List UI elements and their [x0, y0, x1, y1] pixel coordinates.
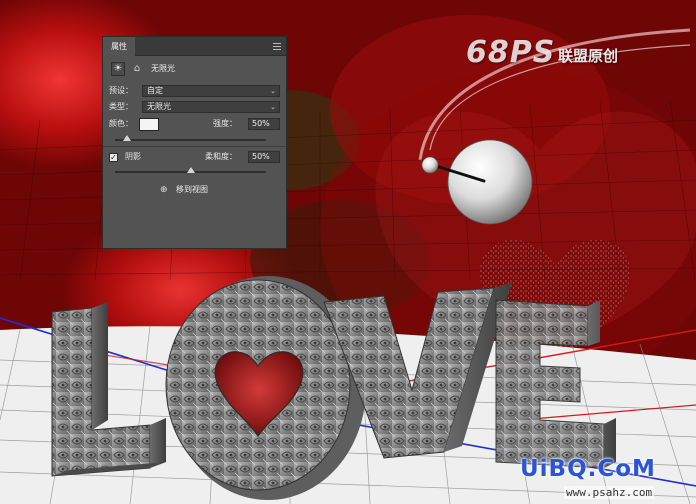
intensity-slider[interactable] — [115, 135, 266, 141]
panel-menu-icon[interactable] — [273, 43, 281, 50]
bottom-watermark-logo: UiBQ.CoM — [520, 456, 656, 482]
move-to-view-icon: ⊕ — [160, 185, 168, 195]
preset-select[interactable]: 自定 ⌄ — [142, 85, 280, 97]
3d-mesh-icon[interactable]: ⌂ — [131, 62, 143, 76]
shadow-checkbox[interactable]: ✓ — [109, 153, 118, 162]
light-header: ☀ ⌂ 无限光 — [109, 61, 280, 77]
light-type-title: 无限光 — [151, 64, 175, 73]
preset-label: 预设： — [109, 86, 133, 95]
properties-panel: 属性 ☀ ⌂ 无限光 预设： 自定 ⌄ 类型： 无限光 ⌄ 颜色： 强度： 50… — [102, 36, 287, 249]
panel-tab-bar: 属性 — [103, 37, 286, 56]
softness-slider-thumb[interactable] — [186, 167, 195, 173]
preset-value: 自定 — [147, 86, 163, 95]
infinite-light-icon[interactable]: ☀ — [111, 62, 125, 76]
move-to-view-label: 移到视图 — [176, 185, 208, 194]
shadow-label: 阴影 — [125, 152, 141, 161]
type-select[interactable]: 无限光 ⌄ — [142, 101, 280, 113]
top-watermark-text: 联盟原创 — [558, 47, 619, 65]
bottom-watermark-url: www.psahz.com — [564, 486, 655, 499]
move-to-view-button[interactable]: ⊕ 移到视图 — [160, 183, 208, 197]
softness-label: 柔和度： — [205, 152, 237, 161]
panel-divider — [103, 146, 286, 147]
top-watermark-logo: 68PS — [466, 35, 556, 70]
softness-input[interactable]: 50% — [248, 151, 280, 163]
intensity-label: 强度： — [213, 119, 237, 128]
color-label: 颜色： — [109, 119, 133, 128]
type-label: 类型： — [109, 102, 133, 111]
intensity-input[interactable]: 50% — [248, 118, 280, 130]
preset-row: 预设： 自定 ⌄ — [109, 85, 280, 97]
chevron-down-icon: ⌄ — [270, 87, 276, 95]
type-value: 无限光 — [147, 102, 171, 111]
shadow-row: ✓ 阴影 柔和度： 50% — [109, 151, 280, 165]
chevron-down-icon: ⌄ — [270, 103, 276, 111]
bottom-watermark: UiBQ.CoM www.psahz.com — [520, 456, 690, 500]
light-color-swatch[interactable] — [139, 118, 159, 131]
type-row: 类型： 无限光 ⌄ — [109, 101, 280, 113]
light-sphere — [447, 139, 533, 225]
color-row: 颜色： 强度： 50% — [109, 118, 280, 132]
top-watermark: 68PS 联盟原创 — [466, 38, 688, 68]
softness-slider[interactable] — [115, 167, 266, 173]
intensity-slider-thumb[interactable] — [123, 135, 132, 141]
tab-properties[interactable]: 属性 — [103, 37, 135, 56]
